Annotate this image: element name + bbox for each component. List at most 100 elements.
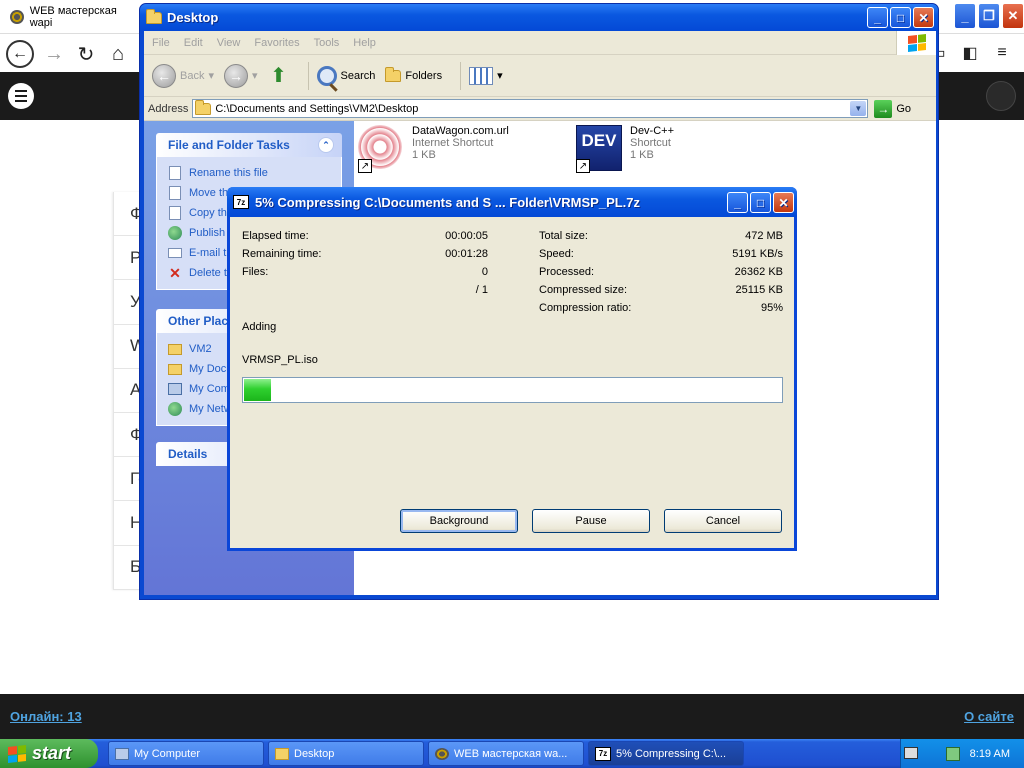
browser-home-icon[interactable]: ⌂: [104, 40, 132, 68]
file-folder-tasks-header[interactable]: File and Folder Tasks ⌃: [156, 133, 342, 157]
about-site-link[interactable]: О сайте: [964, 709, 1014, 724]
current-file: VRMSP_PL.iso: [242, 354, 318, 366]
shortcut-arrow-icon: ↗: [576, 159, 590, 173]
address-label: Address: [148, 102, 189, 115]
taskbar-item-desktop[interactable]: Desktop: [268, 741, 424, 766]
file-type: Internet Shortcut: [412, 137, 494, 149]
taskbar: start My Computer Desktop WEB мастерская…: [0, 739, 1024, 768]
browser-menu-icon[interactable]: ≡: [990, 41, 1014, 65]
compressed-size-label: Compressed size:: [539, 284, 628, 296]
tray-network-icon[interactable]: [945, 746, 960, 761]
menu-favorites[interactable]: Favorites: [254, 37, 299, 49]
file-size: 1 KB: [412, 149, 436, 161]
address-dropdown-icon[interactable]: ▼: [850, 101, 867, 116]
back-button[interactable]: ← Back ▾: [152, 63, 214, 88]
menu-file[interactable]: File: [152, 37, 170, 49]
explorer-window-controls: _ □ ✕: [867, 7, 934, 28]
file-dev-cpp[interactable]: DEV ↗ Dev-C++ Shortcut 1 KB: [576, 125, 674, 173]
explorer-maximize-button[interactable]: □: [890, 7, 911, 28]
speed-label: Speed:: [539, 248, 574, 260]
taskbar-item-browser[interactable]: WEB мастерская wa...: [428, 741, 584, 766]
folders-button[interactable]: Folders: [385, 66, 442, 82]
files-label: Files:: [242, 266, 269, 278]
menu-help[interactable]: Help: [353, 37, 376, 49]
chevron-down-icon: ▾: [252, 70, 258, 82]
dialog-maximize-button[interactable]: □: [750, 192, 771, 213]
computer-icon: [115, 747, 129, 760]
online-count-link[interactable]: Онлайн: 13: [10, 709, 82, 724]
browser-back-icon[interactable]: ←: [6, 40, 34, 68]
documents-icon: [167, 361, 183, 377]
windows-logo-icon: [896, 31, 936, 55]
start-button[interactable]: start: [0, 739, 98, 768]
menu-view[interactable]: View: [217, 37, 241, 49]
mail-icon: [167, 245, 183, 261]
dialog-title-bar[interactable]: 7z 5% Compressing C:\Documents and S ...…: [227, 187, 797, 217]
cancel-button[interactable]: Cancel: [664, 509, 782, 533]
go-arrow-icon: →: [874, 99, 893, 118]
toolbar-divider: [460, 61, 462, 90]
file-datawagon[interactable]: ↗ DataWagon.com.url Internet Shortcut 1 …: [358, 125, 509, 173]
up-folder-button[interactable]: ⬆: [268, 65, 290, 87]
taskbar-item-my-computer[interactable]: My Computer: [108, 741, 264, 766]
file-type: Shortcut: [630, 137, 671, 149]
menu-tools[interactable]: Tools: [314, 37, 340, 49]
globe-icon: [167, 225, 183, 241]
address-input[interactable]: C:\Documents and Settings\VM2\Desktop ▼: [192, 99, 869, 118]
compression-ratio-label: Compression ratio:: [539, 302, 632, 314]
folder-icon: [195, 99, 212, 115]
dialog-close-button[interactable]: ✕: [773, 192, 794, 213]
file-size: 1 KB: [630, 149, 654, 161]
browser-restore-button[interactable]: ❐: [978, 3, 1000, 29]
compressed-size-value: 25115 KB: [735, 284, 783, 296]
browser-forward-icon[interactable]: →: [40, 40, 68, 68]
go-button[interactable]: → Go: [874, 99, 911, 118]
dialog-window-controls: _ □ ✕: [727, 192, 794, 213]
7zip-icon: 7z: [595, 746, 611, 761]
files-value: 0: [481, 266, 488, 278]
collapse-icon[interactable]: ⌃: [318, 137, 334, 153]
menu-edit[interactable]: Edit: [184, 37, 203, 49]
system-tray: 8:19 AM: [900, 739, 1024, 768]
browser-close-button[interactable]: ✕: [1002, 3, 1024, 29]
chevron-down-icon: ▾: [497, 70, 503, 82]
browser-window-controls: _ ❐ ✕: [952, 0, 1024, 34]
files-total-value: / 1: [475, 284, 488, 296]
pause-button[interactable]: Pause: [532, 509, 650, 533]
views-button[interactable]: ▾: [469, 66, 503, 85]
site-avatar[interactable]: [986, 81, 1016, 111]
speed-value: 5191 KB/s: [732, 248, 783, 260]
explorer-minimize-button[interactable]: _: [867, 7, 888, 28]
clock: 8:19 AM: [969, 747, 1010, 760]
task-rename[interactable]: Rename this file: [167, 163, 331, 183]
browser-minimize-button[interactable]: _: [954, 3, 976, 29]
dev-cpp-icon: DEV ↗: [576, 125, 624, 173]
internet-shortcut-icon: ↗: [358, 125, 406, 173]
taskbar-item-7zip[interactable]: 7z 5% Compressing C:\...: [588, 741, 744, 766]
site-favicon-icon: [10, 10, 24, 24]
forward-button[interactable]: → ▾: [224, 63, 258, 88]
explorer-title: Desktop: [167, 10, 219, 25]
search-icon: [316, 65, 337, 86]
search-button[interactable]: Search: [316, 65, 375, 86]
views-icon: [469, 66, 494, 85]
compression-ratio-value: 95%: [760, 302, 783, 314]
sidebar-icon[interactable]: ◧: [958, 41, 982, 65]
folder-icon: [275, 747, 289, 760]
delete-icon: ✕: [169, 264, 181, 281]
background-button[interactable]: Background: [400, 509, 518, 533]
remaining-time-value: 00:01:28: [445, 248, 488, 260]
explorer-toolbar: ← Back ▾ → ▾ ⬆ Search Folders ▾: [144, 55, 936, 97]
explorer-close-button[interactable]: ✕: [913, 7, 934, 28]
site-menu-icon[interactable]: [8, 83, 34, 109]
browser-icon: [435, 747, 449, 760]
browser-tab[interactable]: WEB мастерская wapi: [0, 0, 140, 34]
total-size-value: 472 MB: [745, 230, 783, 242]
keyboard-icon[interactable]: [904, 747, 918, 759]
explorer-menu-bar: File Edit View Favorites Tools Help: [144, 31, 936, 55]
dialog-minimize-button[interactable]: _: [727, 192, 748, 213]
browser-reload-icon[interactable]: ↻: [72, 40, 100, 68]
explorer-title-bar[interactable]: Desktop _ □ ✕: [140, 4, 938, 31]
chevron-down-icon: ▾: [208, 70, 214, 82]
windows-logo-icon: [8, 744, 26, 763]
